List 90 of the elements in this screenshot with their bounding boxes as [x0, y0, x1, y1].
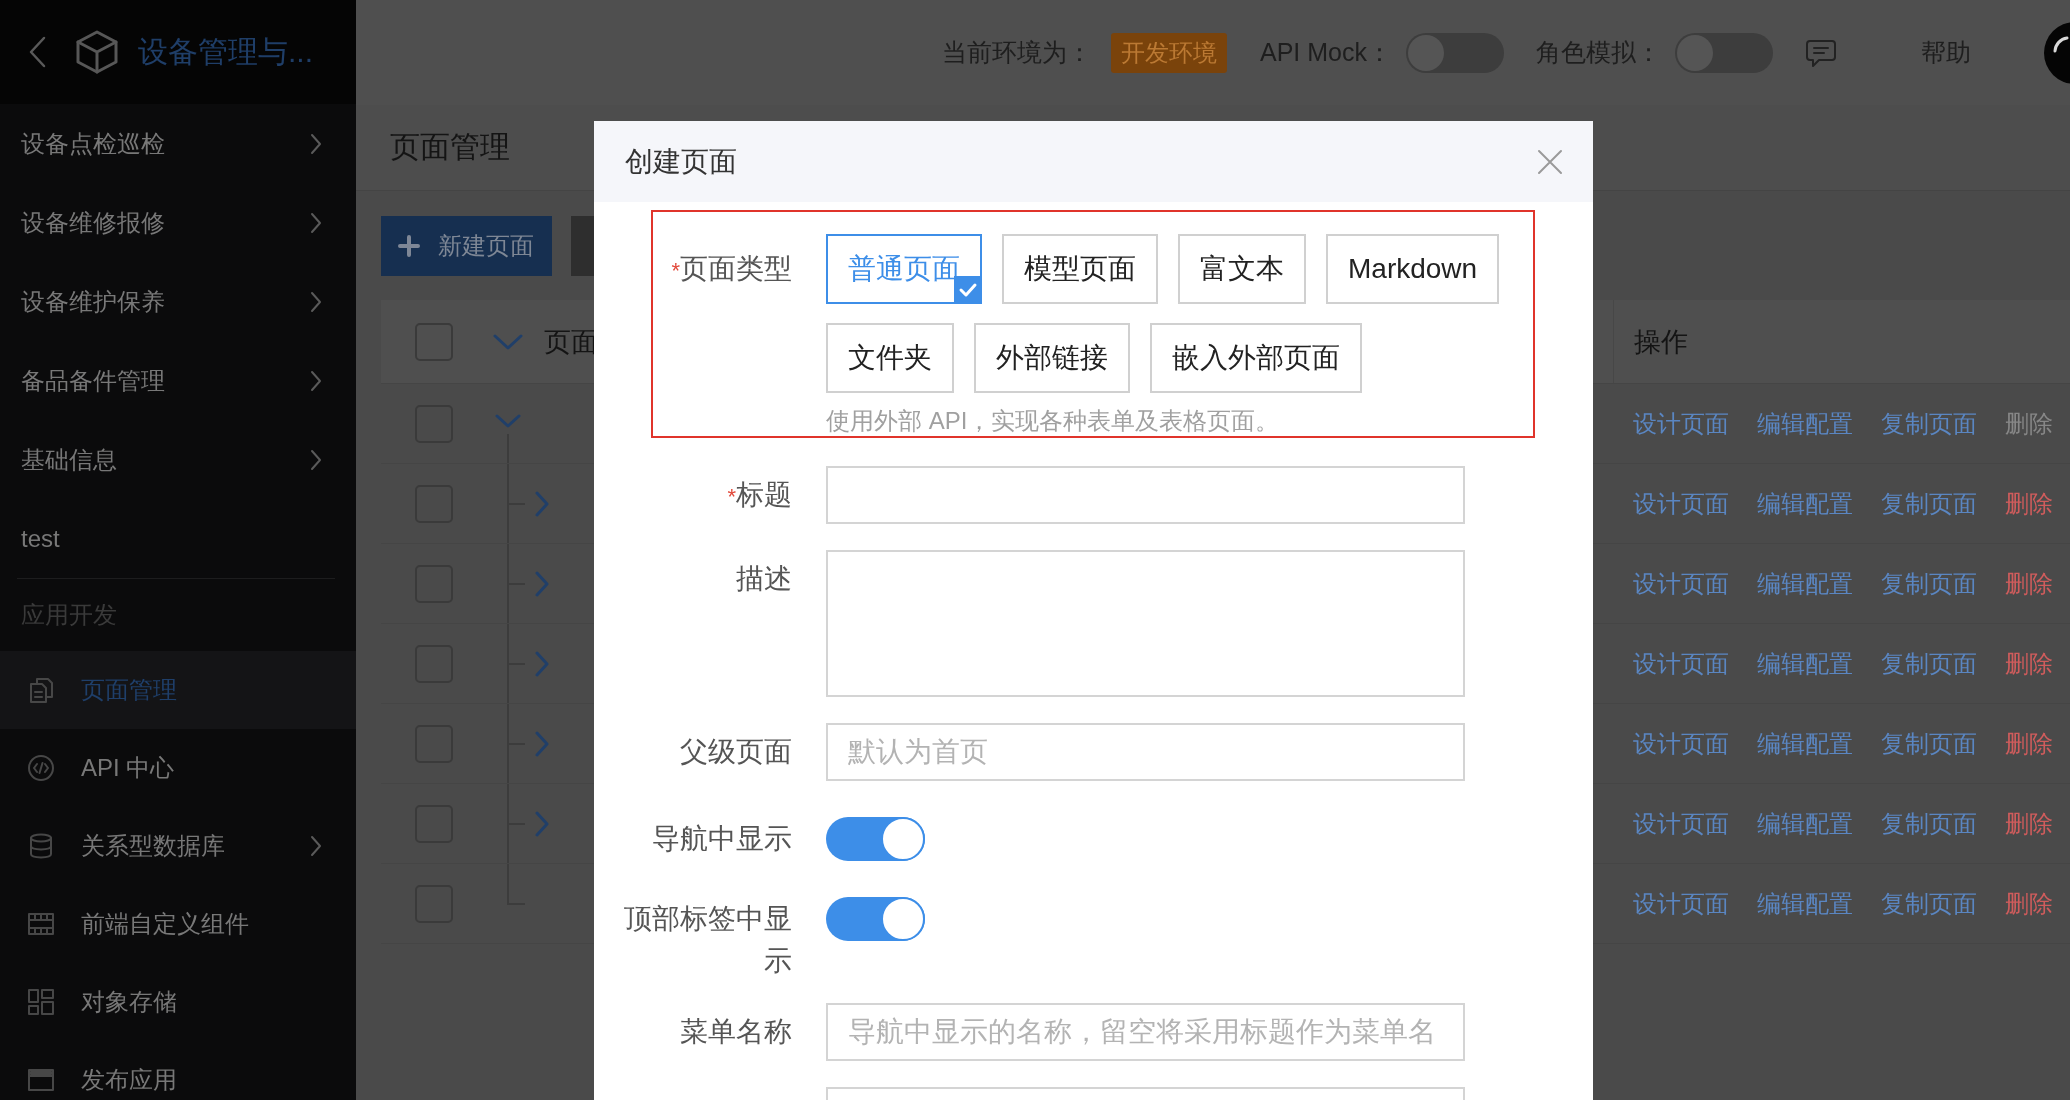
sidebar-item[interactable]: 关系型数据库 — [0, 807, 356, 885]
grid-icon — [27, 910, 55, 938]
input-field[interactable] — [826, 466, 1465, 524]
avatar-icon[interactable] — [2043, 20, 2070, 85]
option-button[interactable]: Markdown — [1326, 234, 1500, 304]
chevron-right-icon[interactable] — [535, 570, 549, 597]
action-link[interactable]: 编辑配置 — [1757, 407, 1853, 440]
toggle-switch[interactable] — [1675, 32, 1773, 73]
new-page-button[interactable]: 新建页面 — [381, 216, 552, 276]
page-title: 页面管理 — [390, 129, 510, 165]
delete-link[interactable]: 删除 — [2005, 727, 2053, 760]
column-header: 操作 — [1634, 325, 1688, 359]
input-field[interactable]: 默认为首页 — [826, 723, 1465, 781]
sidebar-item[interactable]: 发布应用 — [0, 1041, 356, 1100]
chevron-down-icon[interactable] — [493, 333, 523, 350]
action-link[interactable]: 复制页面 — [1881, 647, 1977, 680]
toggle-switch[interactable] — [1406, 32, 1504, 73]
sidebar-item[interactable]: 设备维护保养 — [0, 262, 356, 341]
env-badge: 开发环境 — [1111, 32, 1227, 73]
action-link[interactable]: 编辑配置 — [1757, 807, 1853, 840]
delete-link[interactable]: 删除 — [2005, 887, 2053, 920]
action-link[interactable]: 编辑配置 — [1757, 567, 1853, 600]
field-label: 标题 — [736, 479, 792, 510]
sidebar-item[interactable]: 前端自定义组件 — [0, 885, 356, 963]
input-field[interactable]: 导航中显示的名称，留空将采用标题作为菜单名 — [826, 1003, 1465, 1061]
dialog-title: 创建页面 — [625, 144, 737, 179]
action-link[interactable]: 设计页面 — [1633, 727, 1729, 760]
back-icon[interactable] — [28, 36, 46, 68]
delete-link[interactable]: 删除 — [2005, 487, 2053, 520]
sidebar-item[interactable]: 备品备件管理 — [0, 341, 356, 420]
chevron-down-icon[interactable] — [495, 413, 521, 428]
sidebar-item[interactable]: 设备点检巡检 — [0, 104, 356, 183]
sidebar-item[interactable]: 基础信息 — [0, 420, 356, 499]
toggle-switch[interactable] — [826, 897, 925, 941]
chevron-right-icon[interactable] — [535, 490, 549, 517]
action-link[interactable]: 编辑配置 — [1757, 887, 1853, 920]
close-icon[interactable] — [1537, 148, 1563, 175]
action-link[interactable]: 设计页面 — [1633, 647, 1729, 680]
sidebar-item[interactable]: 设备维修报修 — [0, 183, 356, 262]
field-label: 导航中显示 — [652, 823, 792, 854]
option-button[interactable]: 嵌入外部页面 — [1150, 323, 1362, 393]
help-text: 使用外部 API，实现各种表单及表格页面。 — [826, 407, 1281, 435]
chevron-right-icon[interactable] — [535, 650, 549, 677]
action-link[interactable]: 复制页面 — [1881, 887, 1977, 920]
action-link[interactable]: 设计页面 — [1633, 487, 1729, 520]
toggle-switch[interactable] — [826, 817, 925, 861]
database-icon — [27, 832, 55, 860]
required-mark: * — [727, 484, 736, 509]
action-link[interactable]: 复制页面 — [1881, 567, 1977, 600]
chat-icon[interactable] — [1805, 37, 1837, 68]
action-link[interactable]: 设计页面 — [1633, 407, 1729, 440]
window-icon — [27, 1066, 55, 1094]
field-label: 顶部标签中显示 — [624, 903, 792, 976]
field-label: 描述 — [736, 563, 792, 594]
sidebar-item[interactable]: 对象存储 — [0, 963, 356, 1041]
chevron-right-icon[interactable] — [535, 730, 549, 757]
code-icon — [27, 754, 55, 782]
plus-icon — [398, 235, 420, 257]
option-button[interactable]: 文件夹 — [826, 323, 954, 393]
delete-link[interactable]: 删除 — [2005, 807, 2053, 840]
delete-link[interactable]: 删除 — [2005, 647, 2053, 680]
required-mark: * — [671, 258, 680, 283]
option-button[interactable]: 模型页面 — [1002, 234, 1158, 304]
field-label: 页面类型 — [680, 253, 792, 284]
action-link[interactable]: 编辑配置 — [1757, 487, 1853, 520]
cube-icon — [74, 29, 120, 75]
field-label: 父级页面 — [680, 736, 792, 767]
toolbar-button[interactable] — [571, 216, 594, 276]
action-link[interactable]: 复制页面 — [1881, 407, 1977, 440]
field-label: 菜单名称 — [680, 1016, 792, 1047]
action-link[interactable]: 编辑配置 — [1757, 727, 1853, 760]
textarea-field[interactable] — [826, 550, 1465, 697]
delete-link[interactable]: 删除 — [2005, 567, 2053, 600]
layout-blocks-icon — [27, 988, 55, 1016]
action-link[interactable]: 编辑配置 — [1757, 647, 1853, 680]
sidebar-item[interactable]: test — [0, 499, 356, 578]
sidebar-item[interactable]: 页面管理 — [0, 651, 356, 729]
app-title: 设备管理与... — [138, 33, 313, 70]
sidebar-item[interactable]: API 中心 — [0, 729, 356, 807]
input-field[interactable] — [826, 1087, 1465, 1100]
option-button[interactable]: 富文本 — [1178, 234, 1306, 304]
documents-icon — [27, 676, 55, 704]
action-link[interactable]: 复制页面 — [1881, 727, 1977, 760]
action-link[interactable]: 复制页面 — [1881, 807, 1977, 840]
action-link[interactable]: 设计页面 — [1633, 887, 1729, 920]
action-link[interactable]: 设计页面 — [1633, 807, 1729, 840]
action-link[interactable]: 设计页面 — [1633, 567, 1729, 600]
option-button[interactable]: 外部链接 — [974, 323, 1130, 393]
action-link[interactable]: 复制页面 — [1881, 487, 1977, 520]
chevron-right-icon[interactable] — [535, 810, 549, 837]
